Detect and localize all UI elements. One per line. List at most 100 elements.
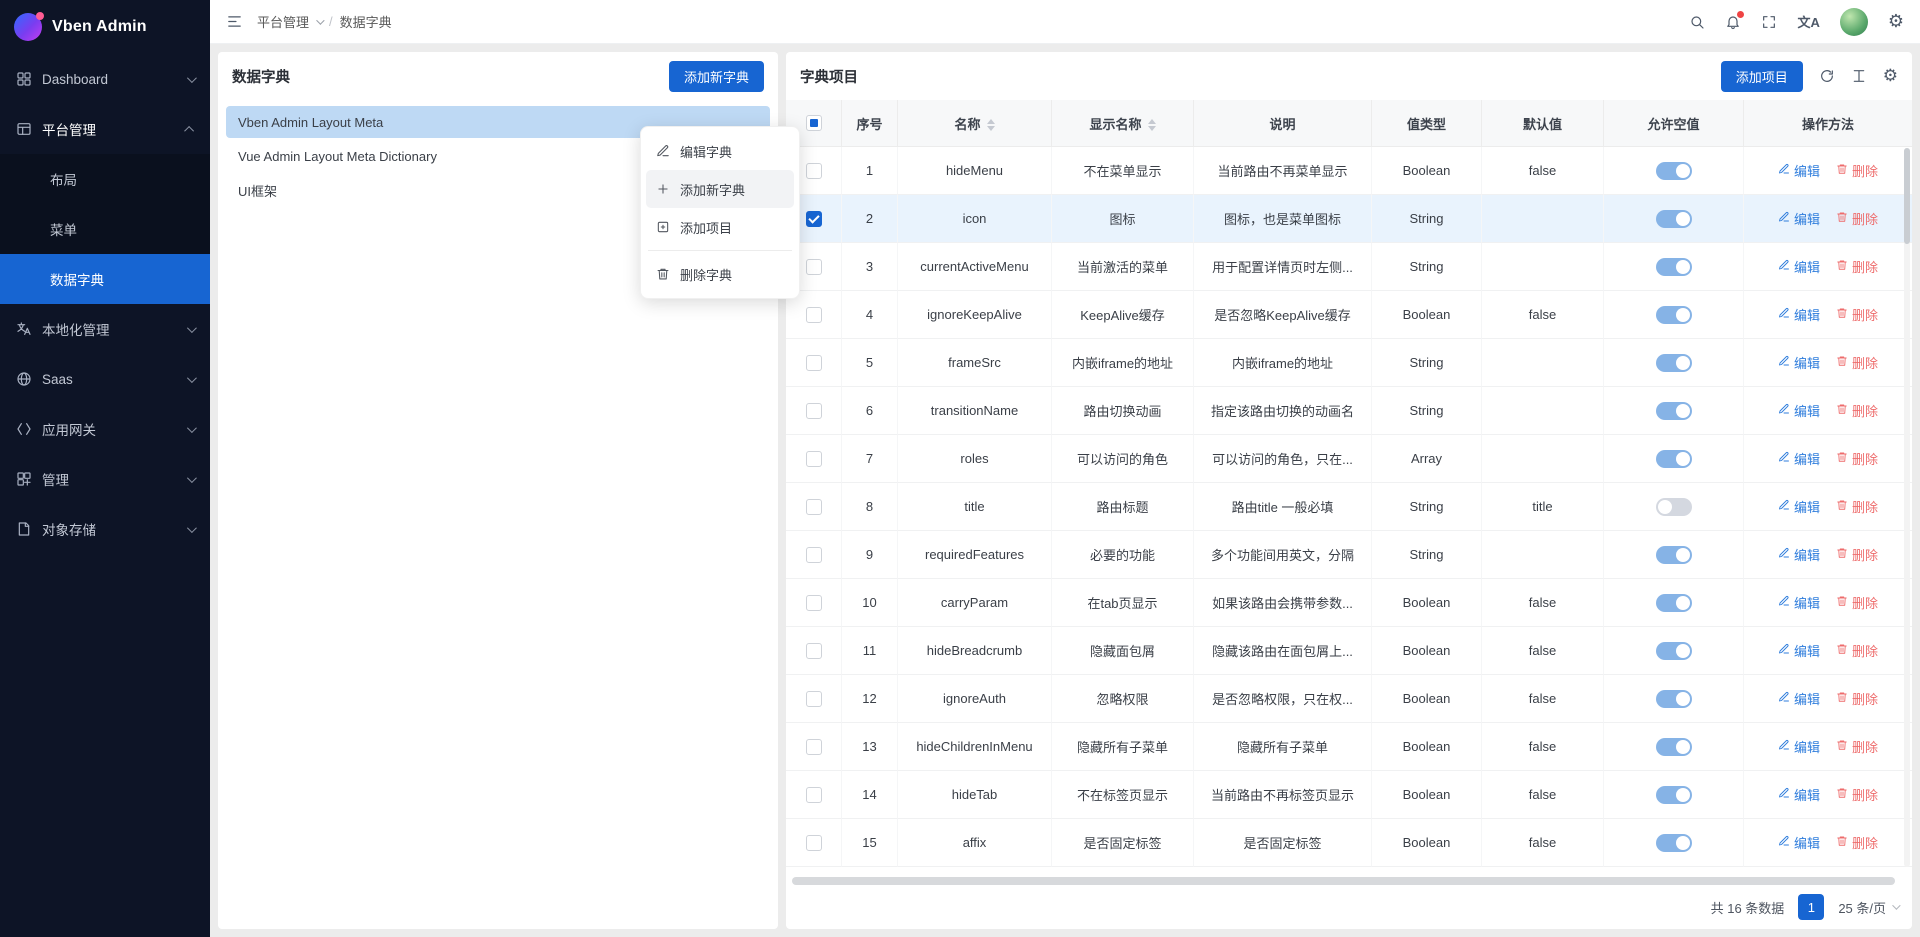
nullable-toggle[interactable] bbox=[1656, 834, 1692, 852]
table-settings-icon[interactable]: ⚙ bbox=[1883, 68, 1898, 85]
nullable-toggle[interactable] bbox=[1656, 210, 1692, 228]
settings-gear-icon[interactable]: ⚙ bbox=[1888, 13, 1904, 31]
row-checkbox[interactable] bbox=[806, 691, 822, 707]
notification-bell[interactable] bbox=[1725, 14, 1741, 30]
pencil-icon bbox=[1778, 307, 1790, 322]
add-item-button[interactable]: 添加项目 bbox=[1721, 61, 1803, 92]
sidebar-subitem[interactable]: 菜单 bbox=[0, 204, 210, 254]
menu-fold-icon[interactable] bbox=[226, 13, 243, 30]
delete-button[interactable]: 删除 bbox=[1836, 737, 1878, 756]
sort-icon[interactable] bbox=[1148, 119, 1156, 131]
delete-button[interactable]: 删除 bbox=[1836, 449, 1878, 468]
delete-label: 删除 bbox=[1852, 593, 1878, 612]
nullable-toggle[interactable] bbox=[1656, 546, 1692, 564]
delete-button[interactable]: 删除 bbox=[1836, 593, 1878, 612]
row-checkbox[interactable] bbox=[806, 307, 822, 323]
nullable-toggle[interactable] bbox=[1656, 594, 1692, 612]
pencil-icon bbox=[1778, 355, 1790, 370]
nullable-toggle[interactable] bbox=[1656, 258, 1692, 276]
search-icon[interactable] bbox=[1689, 14, 1705, 30]
nullable-toggle[interactable] bbox=[1656, 354, 1692, 372]
delete-button[interactable]: 删除 bbox=[1836, 689, 1878, 708]
edit-button[interactable]: 编辑 bbox=[1778, 449, 1820, 468]
sort-icon[interactable] bbox=[987, 119, 995, 131]
col-name[interactable]: 名称 bbox=[898, 100, 1052, 147]
nullable-toggle[interactable] bbox=[1656, 306, 1692, 324]
row-checkbox[interactable] bbox=[806, 595, 822, 611]
delete-button[interactable]: 删除 bbox=[1836, 785, 1878, 804]
context-menu-item[interactable]: 添加项目 bbox=[646, 208, 794, 246]
row-checkbox[interactable] bbox=[806, 451, 822, 467]
row-checkbox[interactable] bbox=[806, 259, 822, 275]
edit-button[interactable]: 编辑 bbox=[1778, 737, 1820, 756]
delete-button[interactable]: 删除 bbox=[1836, 545, 1878, 564]
row-checkbox[interactable] bbox=[806, 163, 822, 179]
row-checkbox[interactable] bbox=[806, 787, 822, 803]
sidebar-item-localization[interactable]: 本地化管理 bbox=[0, 304, 210, 354]
avatar[interactable] bbox=[1840, 8, 1868, 36]
delete-button[interactable]: 删除 bbox=[1836, 401, 1878, 420]
sidebar-item-saas[interactable]: Saas bbox=[0, 354, 210, 404]
row-checkbox[interactable] bbox=[806, 739, 822, 755]
add-dictionary-button[interactable]: 添加新字典 bbox=[669, 61, 764, 92]
sidebar-item-management[interactable]: 管理 bbox=[0, 454, 210, 504]
sidebar-subitem[interactable]: 数据字典 bbox=[0, 254, 210, 304]
delete-button[interactable]: 删除 bbox=[1836, 257, 1878, 276]
translate-icon[interactable]: 文A bbox=[1797, 12, 1819, 31]
delete-button[interactable]: 删除 bbox=[1836, 641, 1878, 660]
sidebar-item-platform[interactable]: 平台管理 bbox=[0, 104, 210, 154]
edit-button[interactable]: 编辑 bbox=[1778, 401, 1820, 420]
row-checkbox[interactable] bbox=[806, 499, 822, 515]
refresh-icon[interactable] bbox=[1819, 68, 1835, 84]
breadcrumb-root[interactable]: 平台管理 bbox=[257, 12, 309, 31]
sidebar-item-storage[interactable]: 对象存储 bbox=[0, 504, 210, 554]
vertical-scrollbar-thumb[interactable] bbox=[1904, 148, 1910, 244]
context-menu-item[interactable]: 删除字典 bbox=[646, 255, 794, 293]
edit-button[interactable]: 编辑 bbox=[1778, 545, 1820, 564]
sidebar-item-gateway[interactable]: 应用网关 bbox=[0, 404, 210, 454]
edit-button[interactable]: 编辑 bbox=[1778, 689, 1820, 708]
col-display-name[interactable]: 显示名称 bbox=[1052, 100, 1194, 147]
select-all-checkbox[interactable] bbox=[806, 115, 822, 131]
fullscreen-icon[interactable] bbox=[1761, 14, 1777, 30]
edit-button[interactable]: 编辑 bbox=[1778, 497, 1820, 516]
edit-button[interactable]: 编辑 bbox=[1778, 305, 1820, 324]
edit-button[interactable]: 编辑 bbox=[1778, 641, 1820, 660]
nullable-toggle[interactable] bbox=[1656, 786, 1692, 804]
nullable-toggle[interactable] bbox=[1656, 402, 1692, 420]
page-button-1[interactable]: 1 bbox=[1798, 894, 1824, 920]
edit-button[interactable]: 编辑 bbox=[1778, 833, 1820, 852]
edit-button[interactable]: 编辑 bbox=[1778, 593, 1820, 612]
delete-button[interactable]: 删除 bbox=[1836, 833, 1878, 852]
nullable-toggle[interactable] bbox=[1656, 450, 1692, 468]
nullable-toggle[interactable] bbox=[1656, 498, 1692, 516]
sidebar-item-dashboard[interactable]: Dashboard bbox=[0, 54, 210, 104]
delete-button[interactable]: 删除 bbox=[1836, 161, 1878, 180]
row-checkbox[interactable] bbox=[806, 355, 822, 371]
page-size-select[interactable]: 25 条/页 bbox=[1838, 898, 1898, 917]
row-checkbox[interactable] bbox=[806, 403, 822, 419]
edit-button[interactable]: 编辑 bbox=[1778, 353, 1820, 372]
row-checkbox[interactable] bbox=[806, 547, 822, 563]
nullable-toggle[interactable] bbox=[1656, 738, 1692, 756]
app-root: Vben Admin Dashboard平台管理布局菜单数据字典本地化管理Saa… bbox=[0, 0, 1920, 937]
edit-button[interactable]: 编辑 bbox=[1778, 161, 1820, 180]
delete-button[interactable]: 删除 bbox=[1836, 353, 1878, 372]
sidebar-subitem[interactable]: 布局 bbox=[0, 154, 210, 204]
context-menu-item[interactable]: 添加新字典 bbox=[646, 170, 794, 208]
edit-button[interactable]: 编辑 bbox=[1778, 785, 1820, 804]
nullable-toggle[interactable] bbox=[1656, 162, 1692, 180]
column-height-icon[interactable] bbox=[1851, 68, 1867, 84]
horizontal-scrollbar-thumb[interactable] bbox=[792, 877, 1895, 885]
delete-button[interactable]: 删除 bbox=[1836, 497, 1878, 516]
delete-button[interactable]: 删除 bbox=[1836, 305, 1878, 324]
nullable-toggle[interactable] bbox=[1656, 642, 1692, 660]
edit-button[interactable]: 编辑 bbox=[1778, 257, 1820, 276]
row-checkbox[interactable] bbox=[806, 835, 822, 851]
row-checkbox[interactable] bbox=[806, 211, 822, 227]
context-menu-item[interactable]: 编辑字典 bbox=[646, 132, 794, 170]
row-checkbox[interactable] bbox=[806, 643, 822, 659]
edit-button[interactable]: 编辑 bbox=[1778, 209, 1820, 228]
delete-button[interactable]: 删除 bbox=[1836, 209, 1878, 228]
nullable-toggle[interactable] bbox=[1656, 690, 1692, 708]
